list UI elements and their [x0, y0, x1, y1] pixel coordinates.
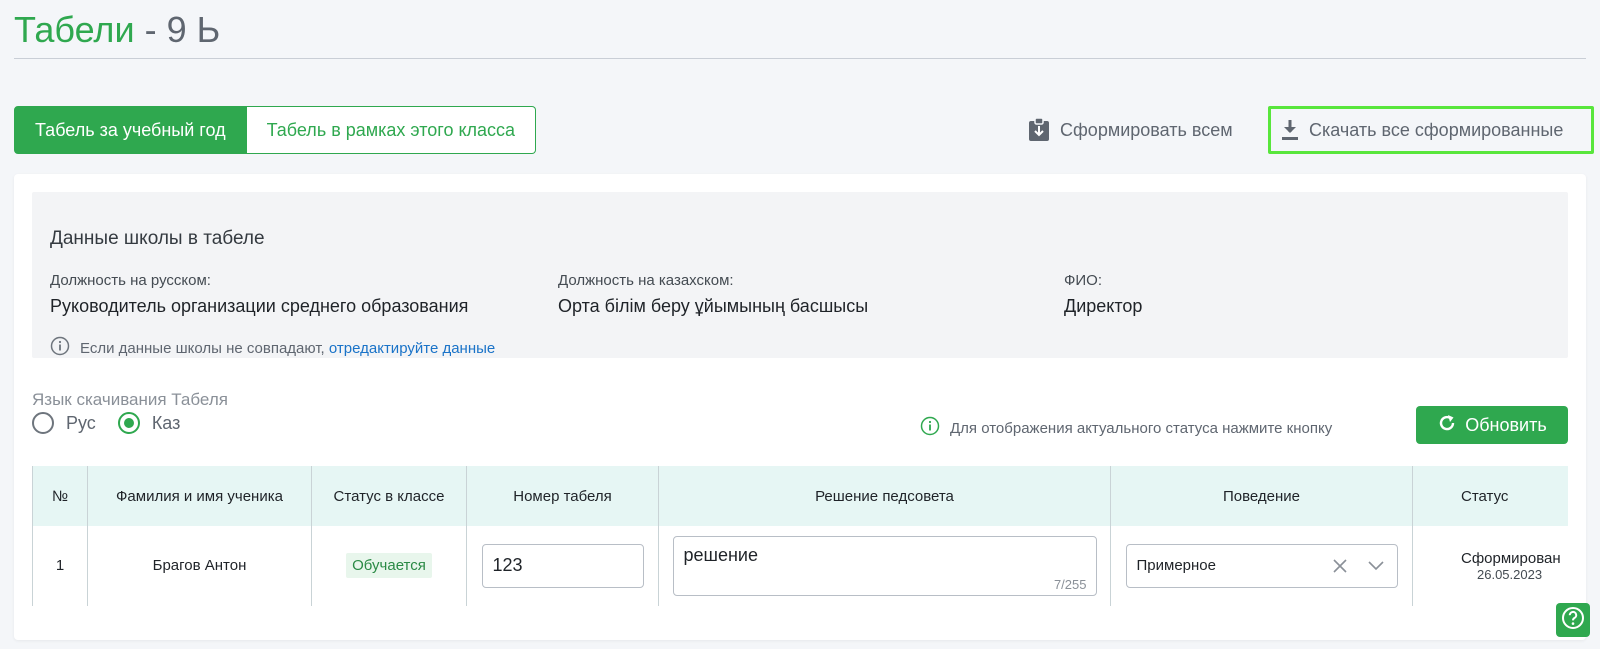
status-cell: Сформирован 26.05.2023 [1412, 526, 1568, 606]
form-all-button[interactable]: Сформировать всем [1028, 106, 1233, 154]
title-divider [14, 58, 1586, 59]
position-kz-value: Орта білім беру ұйымының басшысы [558, 296, 869, 316]
tab-year-report[interactable]: Табель за учебный год [14, 106, 247, 154]
fio-value: Директор [1064, 296, 1143, 316]
behavior-select[interactable]: Примерное [1125, 543, 1398, 588]
fio-label: ФИО: [1064, 272, 1103, 289]
chevron-down-icon[interactable] [1365, 555, 1387, 577]
edit-data-link[interactable]: отредактируйте данные [329, 340, 495, 357]
help-button[interactable] [1556, 603, 1590, 637]
info-icon [50, 336, 70, 360]
clear-icon[interactable] [1329, 555, 1351, 577]
info-green-icon [920, 416, 940, 440]
radio-kaz-ring[interactable] [117, 412, 140, 434]
students-table: № Фамилия и имя ученика Статус в классе … [32, 466, 1568, 606]
table-row: 1 Брагов Антон Обучается решение 7/255 [32, 526, 1568, 606]
tab-class-report[interactable]: Табель в рамках этого класса [246, 106, 537, 154]
school-data-title: Данные школы в табеле [50, 228, 265, 249]
status-badge: Обучается [346, 553, 432, 579]
radio-rus-label: Рус [66, 412, 96, 433]
col-header-behavior: Поведение [1110, 466, 1413, 526]
radio-rus[interactable]: Рус [32, 412, 96, 434]
download-all-button[interactable]: Скачать все сформированные [1268, 106, 1594, 154]
row-num: 1 [32, 526, 88, 606]
language-radio-group: Рус Каз [32, 412, 180, 434]
refresh-label: Обновить [1465, 414, 1547, 435]
col-header-class-status: Статус в классе [311, 466, 467, 526]
radio-rus-ring[interactable] [32, 412, 54, 434]
main-card: Данные школы в табеле Должность на русск… [14, 174, 1586, 640]
table-header-row: № Фамилия и имя ученика Статус в классе … [32, 466, 1568, 526]
student-name: Брагов Антон [87, 526, 312, 606]
col-header-status: Статус [1412, 466, 1568, 526]
report-number-cell [466, 526, 659, 606]
page-title-main: Табели [14, 9, 135, 50]
decision-field-wrap: решение 7/255 [672, 535, 1097, 596]
radio-kaz[interactable]: Каз [117, 412, 181, 434]
page-title-sep: - [134, 9, 167, 50]
school-note: Если данные школы не совпадают, отредакт… [50, 336, 495, 360]
tabs: Табель за учебный год Табель в рамках эт… [14, 106, 537, 154]
status-hint: Для отображения актуального статуса нажм… [920, 416, 1332, 440]
page-title-class: 9 Ь [166, 9, 221, 50]
page-title: Табели - 9 Ь [14, 8, 220, 52]
refresh-button[interactable]: Обновить [1416, 406, 1568, 444]
school-data-panel: Данные школы в табеле Должность на русск… [32, 192, 1568, 358]
question-icon [1561, 606, 1585, 635]
refresh-icon [1437, 413, 1457, 438]
position-ru-label: Должность на русском: [50, 272, 211, 289]
report-number-input[interactable] [481, 543, 644, 588]
decision-textarea[interactable]: решение [672, 535, 1097, 596]
students-table-container[interactable]: № Фамилия и имя ученика Статус в классе … [32, 466, 1568, 606]
school-note-text: Если данные школы не совпадают, [80, 339, 329, 357]
form-all-label: Сформировать всем [1060, 119, 1233, 140]
radio-kaz-label: Каз [151, 412, 181, 433]
decision-cell: решение 7/255 [658, 526, 1111, 606]
status-hint-text: Для отображения актуального статуса нажм… [950, 419, 1333, 437]
status-date: 26.05.2023 [1477, 566, 1543, 582]
col-header-decision: Решение педсовета [658, 466, 1111, 526]
col-header-name: Фамилия и имя ученика [87, 466, 312, 526]
class-status-cell: Обучается [311, 526, 467, 606]
col-header-report-number: Номер табеля [466, 466, 659, 526]
download-icon [1281, 119, 1299, 141]
behavior-selected-value: Примерное [1136, 557, 1216, 575]
clipboard-download-icon [1028, 118, 1050, 142]
status-text: Сформирован [1461, 549, 1561, 567]
decision-char-counter: 7/255 [1053, 576, 1087, 592]
position-kz-label: Должность на казахском: [558, 272, 734, 289]
position-ru-value: Руководитель организации среднего образо… [50, 296, 469, 316]
language-label: Язык скачивания Табеля [32, 390, 228, 409]
behavior-cell: Примерное [1110, 526, 1413, 606]
col-header-num: № [32, 466, 88, 526]
download-all-label: Скачать все сформированные [1309, 119, 1564, 140]
